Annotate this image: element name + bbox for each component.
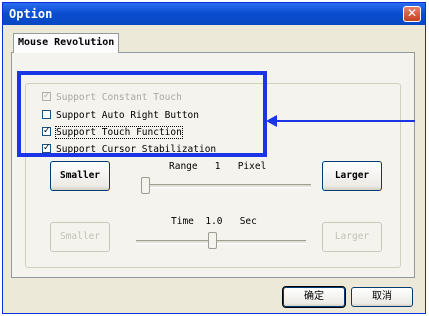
checkbox-label: Support Touch Function [55, 126, 183, 139]
checkbox-support-constant-touch[interactable]: ✓ Support Constant Touch [42, 92, 182, 106]
checkbox-label: Support Auto Right Button [56, 110, 199, 121]
annotation-arrow-line [275, 120, 415, 122]
time-readout: Time 1.0 Sec [171, 216, 257, 227]
range-smaller-button[interactable]: Smaller [50, 161, 110, 191]
range-larger-button[interactable]: Larger [322, 161, 382, 191]
range-slider-thumb[interactable] [141, 177, 150, 194]
time-slider-track[interactable] [136, 240, 306, 244]
range-label: Range [169, 161, 198, 172]
time-unit: Sec [239, 216, 257, 227]
range-readout: Range 1 Pixel [169, 161, 266, 172]
range-slider-track[interactable] [141, 184, 311, 188]
checkbox-check-icon: ✓ [42, 126, 51, 136]
checkbox-support-touch-function[interactable]: ✓ Support Touch Function [42, 126, 183, 141]
options-groupbox: ✓ Support Constant Touch Support Auto Rig… [25, 83, 401, 268]
checkbox-support-auto-right-button[interactable]: Support Auto Right Button [42, 110, 199, 124]
checkbox-label: Support Constant Touch [56, 92, 182, 103]
checkbox-check-icon: ✓ [42, 143, 51, 153]
checkbox-check-icon [42, 110, 51, 119]
time-larger-button[interactable]: Larger [322, 222, 382, 252]
time-slider-thumb[interactable] [208, 232, 218, 249]
time-label: Time [171, 216, 194, 227]
title-bar[interactable]: Option ✕ [3, 3, 425, 25]
range-unit: Pixel [237, 161, 267, 172]
checkbox-support-cursor-stabilization[interactable]: ✓ Support Cursor Stabilization [42, 144, 216, 158]
close-icon[interactable]: ✕ [403, 6, 421, 22]
cancel-button[interactable]: 取消 [351, 287, 413, 307]
option-dialog: Option ✕ Mouse Revolution ✓ Support Const… [2, 2, 426, 314]
checkbox-check-icon: ✓ [42, 91, 51, 101]
checkbox-label: Support Cursor Stabilization [56, 144, 217, 155]
tab-mouse-revolution[interactable]: Mouse Revolution [13, 33, 119, 53]
ok-button[interactable]: 确定 [282, 286, 346, 308]
window-title: Option [9, 7, 53, 21]
time-value: 1.0 [205, 216, 223, 227]
time-smaller-button[interactable]: Smaller [50, 222, 110, 252]
tab-panel: ✓ Support Constant Touch Support Auto Rig… [11, 52, 415, 278]
range-value: 1 [214, 161, 221, 172]
